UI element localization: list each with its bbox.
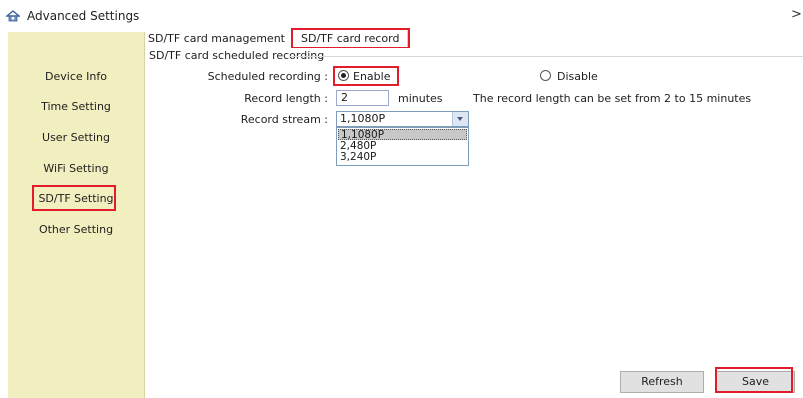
sidebar: Device Info Time Setting User Setting Wi… [8,32,145,398]
sidebar-item-sdtf-setting[interactable]: SD/TF Setting [8,192,144,205]
save-button[interactable]: Save [716,371,795,393]
sidebar-item-device-info[interactable]: Device Info [8,70,144,83]
enable-radio[interactable] [338,70,349,81]
stream-option[interactable]: 3,240P [338,152,469,163]
close-icon[interactable]: > [791,7,802,22]
record-stream-select[interactable]: 1,1080P [336,111,469,127]
record-length-hint: The record length can be set from 2 to 1… [473,92,752,105]
record-length-input[interactable]: 2 [336,90,389,106]
sidebar-item-user-setting[interactable]: User Setting [8,131,144,144]
sidebar-item-time-setting[interactable]: Time Setting [8,100,144,113]
group-divider [290,56,803,57]
stream-option[interactable]: 1,1080P [338,129,467,141]
record-length-label: Record length : [244,92,328,105]
window-title: Advanced Settings [27,9,140,23]
disable-radio[interactable] [540,70,551,81]
app-icon [6,10,20,22]
enable-label[interactable]: Enable [353,70,390,83]
record-stream-dropdown: 1,1080P 2,480P 3,240P [336,127,469,166]
tab-sdtf-card-record[interactable]: SD/TF card record [292,30,409,48]
title-bar: Advanced Settings > [0,0,803,32]
chevron-down-icon[interactable] [452,112,468,126]
tab-bar: SD/TF card management SD/TF card record [144,30,803,49]
disable-label[interactable]: Disable [557,70,598,83]
sidebar-item-wifi-setting[interactable]: WiFi Setting [8,162,144,175]
record-stream-value: 1,1080P [340,112,386,125]
refresh-button[interactable]: Refresh [620,371,704,393]
tab-sdtf-card-management[interactable]: SD/TF card management [148,30,285,48]
record-stream-label: Record stream : [240,113,328,126]
record-length-unit: minutes [398,92,443,105]
scheduled-recording-label: Scheduled recording : [207,70,328,83]
sidebar-item-other-setting[interactable]: Other Setting [8,223,144,236]
